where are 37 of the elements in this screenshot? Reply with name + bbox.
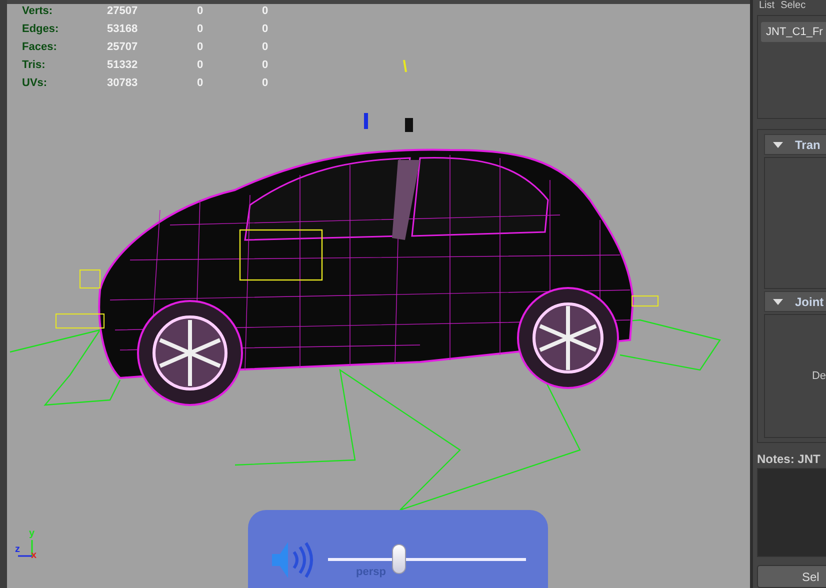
stat-value: 25707 xyxy=(107,41,139,53)
stat-value: 0 xyxy=(262,59,270,71)
stat-value: 27507 xyxy=(107,5,139,17)
stat-value: 0 xyxy=(262,41,270,53)
triangle-icon[interactable] xyxy=(773,140,783,149)
select-button[interactable]: Sel xyxy=(757,565,826,588)
node-name-field[interactable]: JNT_C1_Fr xyxy=(761,22,826,42)
triangle-icon[interactable] xyxy=(773,298,783,306)
stat-label: UVs: xyxy=(22,77,48,89)
stat-label: Verts: xyxy=(22,5,54,17)
stat-value: 0 xyxy=(197,77,204,89)
stat-value: 0 xyxy=(262,77,270,89)
menu-item[interactable]: List xyxy=(759,0,775,12)
stat-value: 0 xyxy=(197,5,204,17)
notes-field[interactable] xyxy=(757,468,826,558)
stat-label: Faces: xyxy=(22,41,58,53)
stat-value: 0 xyxy=(262,5,270,17)
section-header[interactable]: Tran xyxy=(764,134,826,156)
axis-label: z xyxy=(15,544,20,555)
stat-value: 0 xyxy=(197,59,204,71)
stat-value: 51332 xyxy=(107,59,139,71)
stat-value: 30783 xyxy=(107,77,139,89)
section-title: Joint xyxy=(795,294,824,309)
stat-label: Tris: xyxy=(22,59,46,71)
stat-label: Edges: xyxy=(22,23,60,35)
menu-item[interactable]: Selec xyxy=(780,0,806,12)
axis-label: x xyxy=(31,550,37,561)
stat-value: 0 xyxy=(197,41,204,53)
section-header[interactable]: Joint xyxy=(764,291,826,312)
slider-thumb[interactable] xyxy=(392,544,406,574)
stat-value: 0 xyxy=(262,23,270,35)
attribute-label: De xyxy=(812,370,826,382)
section-title: Tran xyxy=(795,138,820,152)
stat-value: 53168 xyxy=(107,23,139,35)
notes-label: Notes: JNT xyxy=(757,452,822,466)
stat-value: 0 xyxy=(197,23,204,35)
axis-label: y xyxy=(29,528,35,539)
